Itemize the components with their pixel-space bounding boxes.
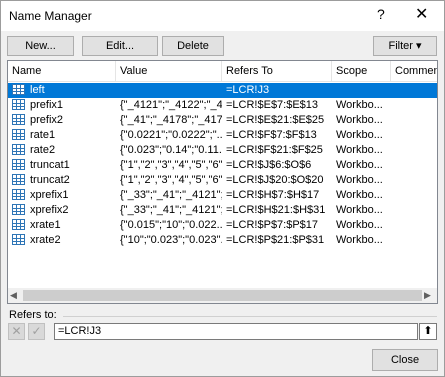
cell-refers: =LCR!$H$21:$H$31 xyxy=(226,204,326,216)
list-item[interactable]: truncat1 {"1","2","3","4","5","6"} =LCR!$J… xyxy=(8,158,437,173)
list-item[interactable]: xrate2 {"10";"0.023";"0.023"... =LCR!$P$21… xyxy=(8,233,437,248)
cell-refers: =LCR!$E$21:$E$25 xyxy=(226,114,325,126)
cell-name: xprefix2 xyxy=(30,204,69,216)
filter-button-label: Filter xyxy=(388,40,413,52)
chevron-down-icon: ▾ xyxy=(415,40,422,52)
cell-name: xprefix1 xyxy=(30,189,69,201)
refers-to-label: Refers to: xyxy=(9,309,57,321)
cell-scope: Workbo... xyxy=(336,129,383,141)
column-header-comment[interactable]: Comment xyxy=(391,61,437,81)
title-bar: Name Manager ? ✕ xyxy=(1,1,444,31)
filter-button[interactable]: Filter ▾ xyxy=(373,36,437,56)
edit-button[interactable]: Edit... xyxy=(82,36,158,56)
list-item[interactable]: prefix1 {"_4121";"_4122";"_4... =LCR!$E$7:… xyxy=(8,98,437,113)
list-item[interactable]: xprefix2 {"_33";"_41";"_4121";... =LCR!$H$… xyxy=(8,203,437,218)
new-button-label: New... xyxy=(25,40,56,52)
new-button[interactable]: New... xyxy=(7,36,74,56)
cell-refers: =LCR!$H$7:$H$17 xyxy=(226,189,320,201)
close-button[interactable]: Close xyxy=(372,349,438,371)
cell-refers: =LCR!J3 xyxy=(222,83,332,98)
scrollbar-thumb[interactable] xyxy=(23,290,422,301)
close-button-label: Close xyxy=(390,354,420,366)
cell-scope: Workbo... xyxy=(336,174,383,186)
named-range-icon xyxy=(12,234,25,245)
cell-refers: =LCR!$P$21:$P$31 xyxy=(226,234,325,246)
named-range-icon xyxy=(12,144,25,155)
edit-button-label: Edit... xyxy=(105,40,135,52)
cell-name: prefix1 xyxy=(30,99,64,111)
list-header: Name Value Refers To Scope Comment xyxy=(8,61,437,82)
list-item[interactable]: rate1 {"0.0221";"0.0222";"... =LCR!$F$7:$F… xyxy=(8,128,437,143)
list-item[interactable]: xprefix1 {"_33";"_41";"_4121";... =LCR!$H$… xyxy=(8,188,437,203)
cell-name: truncat1 xyxy=(30,159,70,171)
scroll-right-icon[interactable]: ▶ xyxy=(424,290,431,301)
confirm-edit-icon[interactable]: ✓ xyxy=(28,323,45,340)
cell-value xyxy=(116,83,222,98)
cell-value: {"1","2","3","4","5","6"} xyxy=(120,159,222,171)
cell-value: {"1","2","3","4","5","6"} xyxy=(120,174,222,186)
delete-button[interactable]: Delete xyxy=(162,36,224,56)
delete-button-label: Delete xyxy=(177,40,209,52)
named-range-icon xyxy=(12,174,25,185)
cell-value: {"_41";"_4178";"_417... xyxy=(120,114,222,126)
list-item[interactable]: rate2 {"0.023";"0.14";"0.11... =LCR!$F$21:… xyxy=(8,143,437,158)
list-item[interactable]: left =LCR!J3 xyxy=(8,83,437,98)
named-range-icon xyxy=(12,204,25,215)
cell-refers: =LCR!$P$7:$P$17 xyxy=(226,219,319,231)
cell-refers: =LCR!$F$21:$F$25 xyxy=(226,144,323,156)
cell-scope xyxy=(332,83,391,98)
cell-name: rate1 xyxy=(30,129,56,141)
named-range-icon xyxy=(12,114,25,125)
name-manager-dialog: Name Manager ? ✕ New... Edit... Delete F… xyxy=(0,0,445,377)
names-list[interactable]: Name Value Refers To Scope Comment left =… xyxy=(7,60,438,304)
cell-refers: =LCR!$E$7:$E$13 xyxy=(226,99,319,111)
close-icon[interactable]: ✕ xyxy=(415,4,428,24)
cell-scope: Workbo... xyxy=(336,114,383,126)
list-item[interactable]: truncat2 {"1","2","3","4","5","6"} =LCR!$J… xyxy=(8,173,437,188)
cell-name: prefix2 xyxy=(30,114,64,126)
list-item[interactable]: xrate1 {"0.015";"10";"0.022... =LCR!$P$7:$… xyxy=(8,218,437,233)
cell-scope: Workbo... xyxy=(336,189,383,201)
cell-name: xrate1 xyxy=(30,219,61,231)
cell-scope: Workbo... xyxy=(336,204,383,216)
named-range-icon xyxy=(12,99,25,110)
refers-to-divider xyxy=(63,316,437,317)
named-range-icon xyxy=(12,84,25,95)
cell-name: rate2 xyxy=(30,144,56,156)
horizontal-scrollbar[interactable]: ◀ ▶ xyxy=(8,288,437,303)
cell-scope: Workbo... xyxy=(336,159,383,171)
scroll-left-icon[interactable]: ◀ xyxy=(10,290,17,301)
cell-name: xrate2 xyxy=(30,234,61,246)
column-header-refers-to[interactable]: Refers To xyxy=(222,61,332,81)
cell-refers: =LCR!$F$7:$F$13 xyxy=(226,129,317,141)
cell-scope: Workbo... xyxy=(336,99,383,111)
cell-value: {"10";"0.023";"0.023"... xyxy=(120,234,222,246)
column-header-value[interactable]: Value xyxy=(116,61,222,81)
cell-value: {"0.0221";"0.0222";"... xyxy=(120,129,222,141)
cell-scope: Workbo... xyxy=(336,234,383,246)
column-header-name[interactable]: Name xyxy=(8,61,116,81)
cell-value: {"_33";"_41";"_4121";... xyxy=(120,204,222,216)
named-range-icon xyxy=(12,189,25,200)
cell-refers: =LCR!$J$6:$O$6 xyxy=(226,159,312,171)
cell-value: {"0.015";"10";"0.022... xyxy=(120,219,222,231)
cell-scope: Workbo... xyxy=(336,144,383,156)
cell-name: truncat2 xyxy=(30,174,70,186)
help-button[interactable]: ? xyxy=(377,6,385,22)
named-range-icon xyxy=(12,219,25,230)
cell-value: {"_33";"_41";"_4121";... xyxy=(120,189,222,201)
cell-value: {"0.023";"0.14";"0.11... xyxy=(120,144,222,156)
cell-name: left xyxy=(26,83,116,98)
cell-refers: =LCR!$J$20:$O$20 xyxy=(226,174,324,186)
named-range-icon xyxy=(12,129,25,140)
cancel-edit-icon[interactable]: ✕ xyxy=(8,323,25,340)
refers-to-input[interactable]: =LCR!J3 xyxy=(54,323,418,340)
list-item[interactable]: prefix2 {"_41";"_4178";"_417... =LCR!$E$21… xyxy=(8,113,437,128)
collapse-dialog-icon[interactable]: ⬆ xyxy=(419,323,437,340)
named-range-icon xyxy=(12,159,25,170)
dialog-title: Name Manager xyxy=(9,9,92,23)
cell-value: {"_4121";"_4122";"_4... xyxy=(120,99,222,111)
cell-scope: Workbo... xyxy=(336,219,383,231)
column-header-scope[interactable]: Scope xyxy=(332,61,391,81)
